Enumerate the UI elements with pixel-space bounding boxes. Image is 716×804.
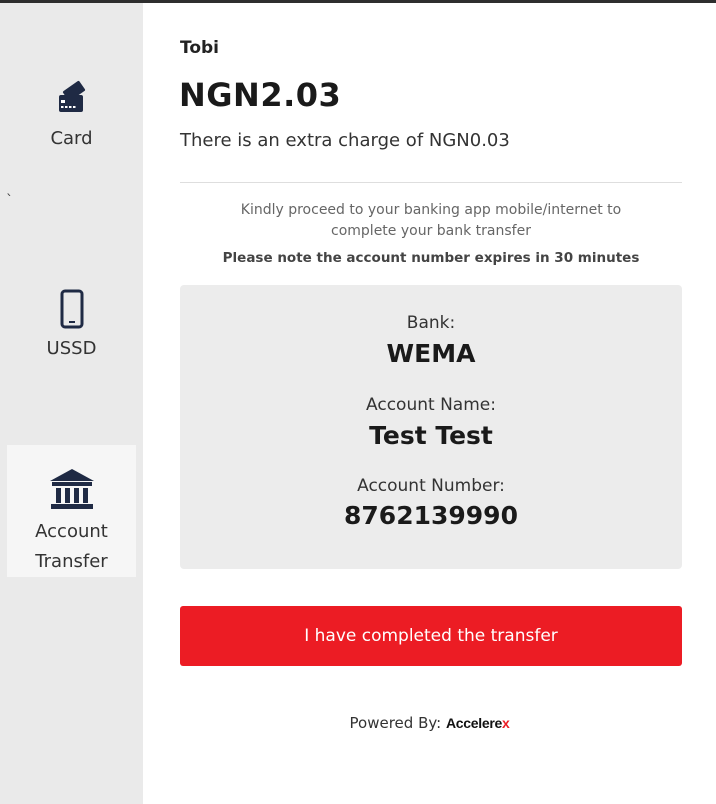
sidebar-item-account-transfer-label-line1: Account xyxy=(35,521,108,542)
bank-icon xyxy=(48,467,96,515)
sidebar-item-ussd[interactable]: USSD xyxy=(7,289,136,364)
extra-charge-text: There is an extra charge of NGN0.03 xyxy=(180,130,510,151)
stray-mark: ` xyxy=(6,193,13,209)
credit-card-icon xyxy=(52,79,92,123)
instruction-line-1: Kindly proceed to your banking app mobil… xyxy=(240,202,622,218)
bank-label: Bank: xyxy=(406,313,456,333)
sidebar-item-card[interactable]: Card xyxy=(7,79,136,154)
account-name-label: Account Name: xyxy=(366,395,496,415)
powered-by-label: Powered By: xyxy=(349,714,442,732)
account-number-label: Account Number: xyxy=(357,476,505,496)
account-number-value[interactable]: 8762139990 xyxy=(180,501,682,530)
bank-details-card: Bank: WEMA Account Name: Test Test Accou… xyxy=(180,285,682,569)
transfer-instructions: Kindly proceed to your banking app mobil… xyxy=(180,200,682,242)
mobile-phone-icon xyxy=(58,289,86,333)
bank-value: WEMA xyxy=(386,339,476,368)
sidebar-item-account-transfer[interactable]: Account Transfer xyxy=(7,445,136,577)
accelerex-logo: Accelerex xyxy=(445,715,510,731)
payment-panel: Tobi NGN2.03 There is an extra charge of… xyxy=(143,3,716,804)
expiry-note: Please note the account number expires i… xyxy=(222,250,640,266)
powered-by: Powered By: Accelerex xyxy=(143,714,716,732)
merchant-name: Tobi xyxy=(180,38,220,58)
instruction-line-2: complete your bank transfer xyxy=(331,223,531,239)
sidebar-item-card-label: Card xyxy=(50,128,93,149)
divider xyxy=(180,182,682,183)
payment-method-sidebar: Card ` USSD Account Transfer xyxy=(0,3,143,804)
transfer-completed-button[interactable]: I have completed the transfer xyxy=(180,606,682,666)
sidebar-item-ussd-label: USSD xyxy=(46,338,97,359)
payment-amount: NGN2.03 xyxy=(179,76,342,114)
account-name-value: Test Test xyxy=(369,421,493,450)
sidebar-item-account-transfer-label-line2: Transfer xyxy=(35,551,108,572)
